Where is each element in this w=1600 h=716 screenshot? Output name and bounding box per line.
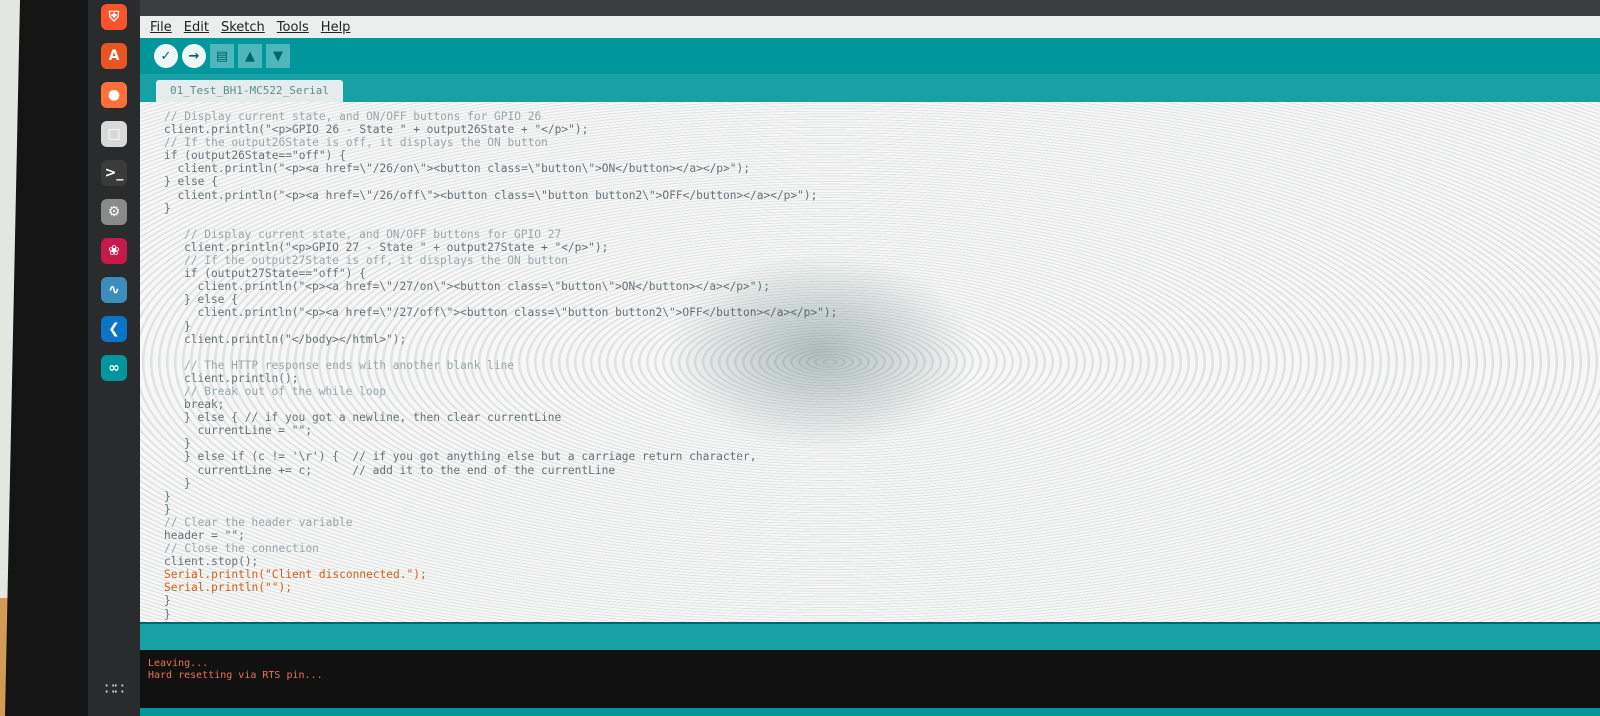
show-applications-icon[interactable]: ∷∷ [105, 679, 124, 698]
code-line: if (output27State=="off") { [184, 267, 366, 281]
upload-button[interactable]: → [182, 44, 206, 68]
files-icon[interactable]: □ [101, 121, 127, 147]
code-line: // Display current state, and ON/OFF but… [184, 227, 562, 241]
settings-icon[interactable]: ⚙ [101, 199, 127, 225]
menu-help[interactable]: Help [321, 20, 351, 35]
code-line: } [164, 594, 171, 608]
editor-console-divider[interactable] [140, 624, 1600, 650]
code-editor[interactable]: // Display current state, and ON/OFF but… [140, 102, 1600, 622]
console-line: Leaving... [148, 658, 209, 669]
code-line: break; [184, 398, 225, 412]
code-line: Serial.println("Client disconnected."); [164, 568, 427, 582]
code-line: } [184, 437, 191, 451]
code-line: } [164, 502, 171, 516]
system-monitor-icon[interactable]: ∿ [101, 277, 127, 303]
new-file-icon: ▤ [215, 48, 229, 64]
terminal-icon[interactable]: >_ [101, 160, 127, 186]
menu-bar: File Edit Sketch Tools Help [140, 16, 1600, 38]
raspberry-pi-icon[interactable]: ❀ [101, 238, 127, 264]
code-line: } [164, 607, 171, 621]
code-line: client.println("<p><a href=\"/27/off\"><… [184, 306, 838, 320]
code-line: } [164, 201, 171, 215]
brave-browser-icon[interactable]: ⛨ [101, 4, 127, 30]
code-line: } else { [184, 293, 238, 307]
code-line: if (output26State=="off") { [164, 149, 346, 163]
code-line: // Clear the header variable [164, 515, 353, 529]
checkmark-icon: ✓ [160, 48, 172, 64]
code-line: client.println(); [184, 371, 299, 385]
menu-sketch[interactable]: Sketch [221, 20, 265, 35]
save-button[interactable]: ▼ [266, 44, 290, 68]
sketch-tab[interactable]: 01_Test_BH1-MC522_Serial [156, 80, 343, 102]
monitor-screen: ⛨ A ● □ >_ ⚙ ❀ ∿ ❮ ∞ ∷∷ File Edit Sketch Tools Hel… [88, 0, 1600, 716]
toolbar: ✓ → ▤ ▲ ▼ [140, 38, 1600, 74]
code-line: Serial.println(""); [164, 581, 292, 595]
arduino-icon[interactable]: ∞ [101, 355, 127, 381]
firefox-icon[interactable]: ● [101, 82, 127, 108]
code-line: } else { [164, 175, 218, 189]
code-line: client.stop(); [164, 555, 259, 569]
vscode-icon[interactable]: ❮ [101, 316, 127, 342]
code-line: header = ""; [164, 529, 245, 542]
code-line: client.println("<p><a href=\"/26/on\"><b… [164, 162, 750, 176]
output-console: Leaving... Hard resetting via RTS pin... [140, 650, 1600, 716]
menu-edit[interactable]: Edit [184, 20, 209, 35]
code-line: client.println("</body></html>"); [184, 332, 407, 346]
code-line: client.println("<p><a href=\"/26/off\"><… [164, 188, 818, 202]
code-line: // If the output26State is off, it displ… [164, 136, 548, 150]
code-line: // If the output27State is off, it displ… [184, 254, 568, 268]
new-button[interactable]: ▤ [210, 44, 234, 68]
verify-button[interactable]: ✓ [154, 44, 178, 68]
code-line: currentLine = ""; [184, 424, 312, 438]
open-file-icon: ▲ [245, 48, 255, 64]
code-line: } [184, 319, 191, 333]
code-line: // The HTTP response ends with another b… [184, 358, 515, 372]
source-code: // Display current state, and ON/OFF but… [164, 110, 837, 621]
status-bar [140, 708, 1600, 716]
save-icon: ▼ [273, 48, 283, 64]
code-line: client.println("<p>GPIO 27 - State " + o… [184, 240, 609, 254]
code-line: client.println("<p><a href=\"/27/on\"><b… [184, 280, 770, 294]
menu-file[interactable]: File [150, 20, 172, 35]
code-line: } else { // if you got a newline, then c… [184, 411, 562, 425]
sketch-tab-strip: 01_Test_BH1-MC522_Serial [140, 74, 1600, 102]
right-arrow-icon: → [188, 48, 200, 64]
console-line: Hard resetting via RTS pin... [148, 670, 323, 681]
menu-tools[interactable]: Tools [277, 20, 309, 35]
ubuntu-dock: ⛨ A ● □ >_ ⚙ ❀ ∿ ❮ ∞ ∷∷ [88, 0, 140, 716]
open-button[interactable]: ▲ [238, 44, 262, 68]
code-line: } [164, 489, 171, 503]
code-line: } [184, 476, 191, 490]
code-line: // Close the connection [164, 542, 319, 556]
code-line: client.println("<p>GPIO 26 - State " + o… [164, 123, 589, 137]
app-center-icon[interactable]: A [101, 43, 127, 69]
code-line: } else if (c != '\r') { // if you got an… [184, 450, 757, 464]
arduino-ide-window: File Edit Sketch Tools Help ✓ → ▤ ▲ ▼ 01… [140, 16, 1600, 716]
code-line: // Display current state, and ON/OFF but… [164, 110, 542, 123]
code-line: currentLine += c; // add it to the end o… [184, 463, 616, 477]
code-line: // Break out of the while loop [184, 384, 387, 398]
